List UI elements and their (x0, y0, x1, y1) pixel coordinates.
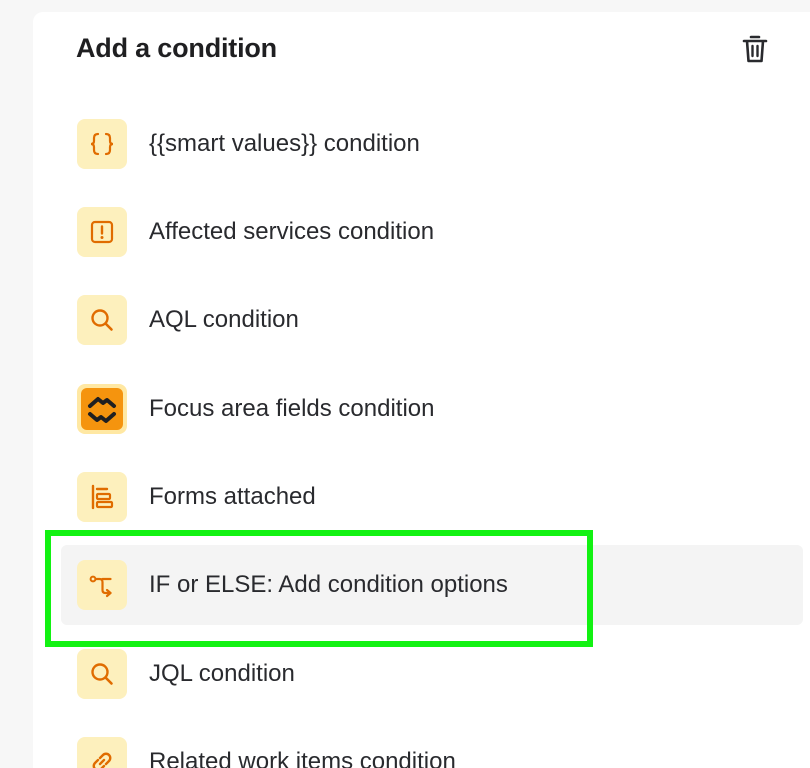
list-item-related-work-items[interactable]: Related work items condition (61, 722, 803, 768)
list-item-jql[interactable]: JQL condition (61, 634, 803, 714)
item-label: JQL condition (149, 660, 295, 687)
icon-tile (77, 472, 127, 522)
delete-button[interactable] (738, 32, 772, 66)
curly-braces-icon (90, 132, 114, 156)
icon-tile (77, 119, 127, 169)
icon-tile (77, 207, 127, 257)
item-label: Forms attached (149, 483, 316, 510)
list-item-affected-services[interactable]: Affected services condition (61, 192, 803, 272)
panel-title: Add a condition (76, 33, 277, 63)
search-icon (91, 663, 113, 685)
icon-tile (77, 384, 127, 434)
item-label: {{smart values}} condition (149, 130, 420, 157)
list-item-smart-values[interactable]: {{smart values}} condition (61, 104, 803, 184)
item-label: IF or ELSE: Add condition options (149, 571, 508, 598)
list-item-focus-area[interactable]: Focus area fields condition (61, 369, 803, 449)
focus-area-icon (81, 388, 123, 430)
search-icon (91, 309, 113, 331)
item-label: Focus area fields condition (149, 395, 435, 422)
form-lines-icon (91, 484, 114, 510)
item-label: AQL condition (149, 306, 299, 333)
icon-tile (77, 560, 127, 610)
list-item-if-else[interactable]: IF or ELSE: Add condition options (61, 545, 803, 625)
panel-header: Add a condition (33, 12, 810, 92)
trash-icon (742, 35, 768, 63)
icon-tile (77, 649, 127, 699)
list-item-forms-attached[interactable]: Forms attached (61, 457, 803, 537)
add-condition-panel: Add a condition {{smart values}} conditi… (33, 12, 810, 768)
icon-tile (77, 295, 127, 345)
exclamation-square-icon (90, 220, 114, 244)
branch-icon (89, 575, 112, 598)
icon-tile (77, 737, 127, 768)
item-label: Related work items condition (149, 748, 456, 768)
link-icon (92, 752, 112, 768)
list-item-aql[interactable]: AQL condition (61, 280, 803, 360)
item-label: Affected services condition (149, 218, 435, 245)
